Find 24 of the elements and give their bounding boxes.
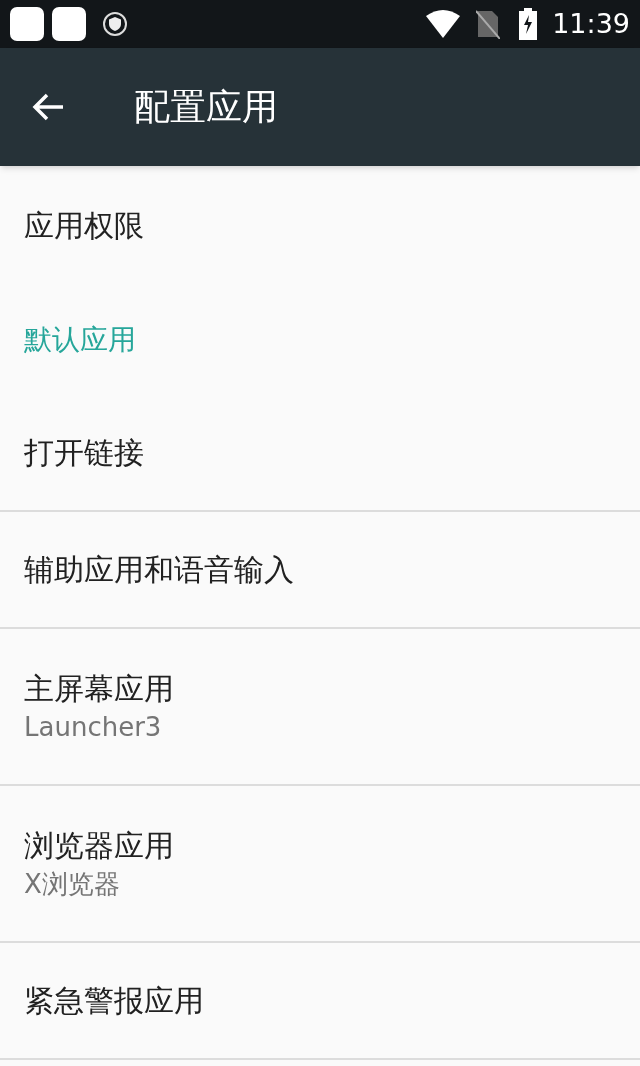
screen-title: 配置应用 [134, 85, 278, 129]
item-title: 主屏幕应用 [24, 669, 175, 708]
list-item[interactable]: 紧急警报应用 [0, 943, 640, 1060]
list-item[interactable]: 应用权限 [0, 166, 640, 285]
wifi-icon [426, 10, 461, 38]
list-item[interactable]: 浏览器应用 X浏览器 [0, 786, 640, 943]
item-title: 辅助应用和语音输入 [24, 550, 295, 589]
notification-icon [52, 7, 86, 41]
item-title: 应用权限 [24, 206, 145, 245]
item-title: 浏览器应用 [24, 826, 175, 865]
notification-icon [10, 7, 44, 41]
item-title: 打开链接 [24, 433, 145, 472]
back-icon [31, 92, 65, 122]
shield-icon [102, 11, 128, 37]
no-sim-icon [476, 9, 501, 39]
clock: 11:39 [552, 6, 630, 41]
battery-icon [518, 8, 539, 40]
item-subtitle: X浏览器 [24, 867, 121, 901]
item-title: 紧急警报应用 [24, 981, 205, 1020]
list-item[interactable]: 主屏幕应用 Launcher3 [0, 629, 640, 786]
list-item[interactable]: 打开链接 [0, 395, 640, 512]
item-subtitle: Launcher3 [24, 710, 163, 744]
list-item[interactable]: 辅助应用和语音输入 [0, 512, 640, 629]
section-header: 默认应用 [24, 322, 136, 358]
